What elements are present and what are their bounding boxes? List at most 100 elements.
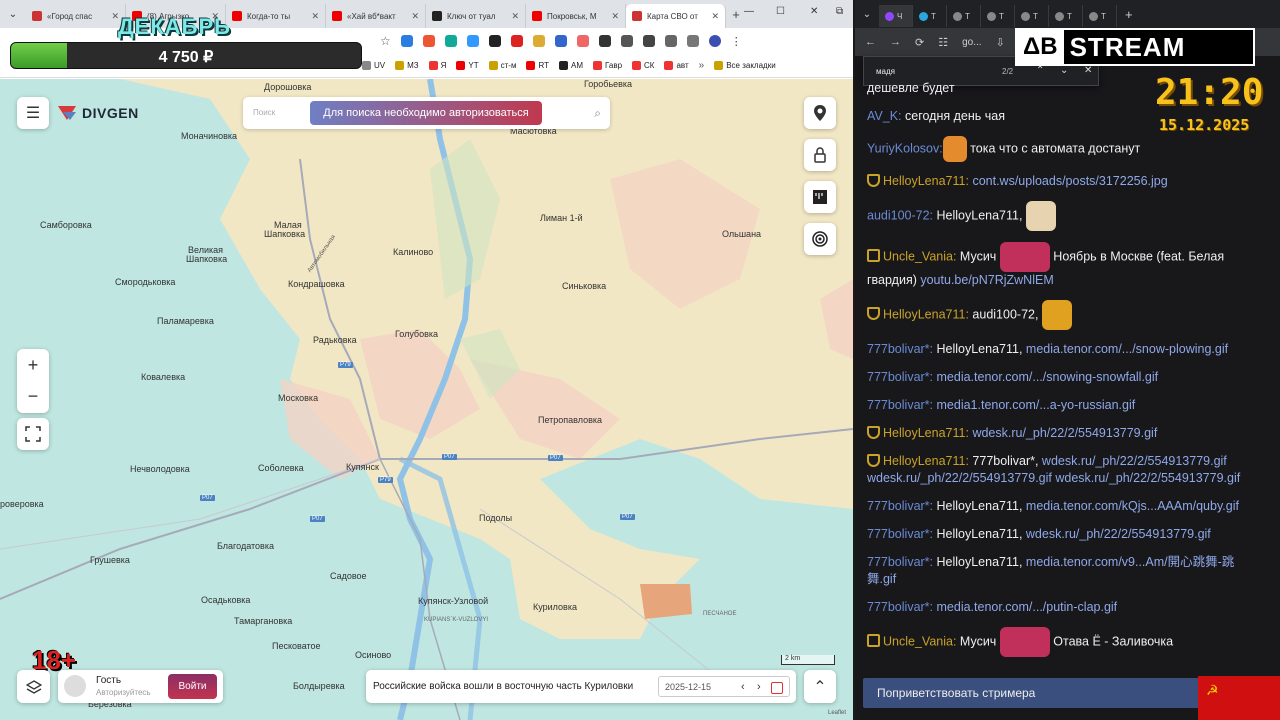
close-icon[interactable]: ✕ xyxy=(611,11,619,22)
menu-hamburger-icon[interactable]: ☰ xyxy=(17,97,49,129)
extension-icon[interactable] xyxy=(510,35,523,47)
reload-icon[interactable]: ⟳ xyxy=(915,36,924,49)
chat-username[interactable]: HelloyLena711: xyxy=(883,174,969,188)
extension-icon[interactable] xyxy=(466,35,479,47)
site-info-icon[interactable]: ☷ xyxy=(938,36,948,49)
chat-username[interactable]: AV_K: xyxy=(867,109,902,123)
download-icon[interactable] xyxy=(686,35,699,47)
extension-icon[interactable] xyxy=(422,35,435,47)
chat-username[interactable]: Uncle_Vania: xyxy=(883,249,956,263)
back-icon[interactable]: ← xyxy=(865,36,876,48)
zoom-in-icon[interactable]: + xyxy=(28,355,39,376)
extension-icon[interactable] xyxy=(532,35,545,47)
close-icon[interactable]: ✕ xyxy=(1084,65,1092,76)
tab-5[interactable]: Ключ от туал ✕ xyxy=(426,4,526,28)
tab[interactable]: Т xyxy=(1015,5,1049,27)
chat-username[interactable]: HelloyLena711: xyxy=(883,454,969,468)
bookmark-item[interactable]: СК xyxy=(632,61,654,70)
auth-required-button[interactable]: Для поиска необходимо авторизоваться xyxy=(310,101,542,125)
chat-link[interactable]: youtu.be/pN7RjZwNlEM xyxy=(920,273,1053,287)
chat-username[interactable]: 777bolivar*: xyxy=(867,370,933,384)
tab-chat[interactable]: Ч xyxy=(879,5,913,27)
url-text[interactable]: go... xyxy=(962,37,981,48)
chat-username[interactable]: HelloyLena711: xyxy=(883,307,969,321)
tab-search-icon[interactable]: ⌄ xyxy=(0,9,26,20)
extension-icon[interactable] xyxy=(576,35,589,47)
date-picker[interactable]: 2025-12-15 ‹ › xyxy=(658,676,790,697)
chat-username[interactable]: 777bolivar*: xyxy=(867,555,933,569)
tab-6[interactable]: Покровськ, М ✕ xyxy=(526,4,626,28)
chat-link[interactable]: media.tenor.com/.../snow-plowing.gif xyxy=(1026,342,1228,356)
chat-username[interactable]: Uncle_Vania: xyxy=(883,634,956,648)
extension-icon[interactable] xyxy=(554,35,567,47)
download-icon[interactable]: ⇩ xyxy=(996,36,1005,49)
ruler-icon[interactable] xyxy=(804,181,836,213)
tab-1[interactable]: «Город спас ✕ xyxy=(26,4,126,28)
restore-icon[interactable]: ⧉ xyxy=(836,6,843,17)
bookmark-item[interactable]: AM xyxy=(559,61,583,70)
war-map[interactable]: Дорошовка Горобьевка Моначиновка Масютов… xyxy=(0,79,853,720)
bookmark-item[interactable]: авт xyxy=(664,61,689,70)
chat-link[interactable]: wdesk.ru/_ph/22/2/554913779.gif xyxy=(972,426,1157,440)
extension-icon[interactable] xyxy=(488,35,501,47)
chat-username[interactable]: 777bolivar*: xyxy=(867,527,933,541)
link-icon[interactable] xyxy=(664,35,677,47)
minimize-icon[interactable]: — xyxy=(744,6,754,17)
maximize-icon[interactable]: ☐ xyxy=(776,6,785,17)
find-next-icon[interactable]: ⌄ xyxy=(1060,65,1068,76)
chat-link[interactable]: cont.ws/uploads/posts/3172256.jpg xyxy=(972,174,1167,188)
chat-username[interactable]: 777bolivar*: xyxy=(867,600,933,614)
extension-icon[interactable] xyxy=(444,35,457,47)
target-icon[interactable] xyxy=(804,223,836,255)
tab[interactable]: Т xyxy=(981,5,1015,27)
key-icon[interactable] xyxy=(642,35,655,47)
chat-link[interactable]: media1.tenor.com/...a-yo-russian.gif xyxy=(937,398,1136,412)
close-icon[interactable]: ✕ xyxy=(411,11,419,22)
close-window-icon[interactable]: ✕ xyxy=(810,6,818,17)
extension-icon[interactable] xyxy=(400,35,413,47)
chevron-right-icon[interactable]: › xyxy=(757,681,761,693)
puzzle-icon[interactable] xyxy=(620,35,633,47)
menu-dots-icon[interactable]: ⋮ xyxy=(731,35,742,48)
chat-link[interactable]: media.tenor.com/kQjs...AAAm/quby.gif xyxy=(1026,499,1239,513)
all-bookmarks[interactable]: Все закладки xyxy=(714,61,776,70)
calendar-icon[interactable] xyxy=(771,682,783,694)
star-icon[interactable]: ☆ xyxy=(380,34,391,48)
bookmark-item[interactable]: YT xyxy=(456,61,479,70)
forward-icon[interactable]: → xyxy=(890,36,901,48)
chat-username[interactable]: HelloyLena711: xyxy=(883,426,969,440)
new-tab-icon[interactable]: + xyxy=(1117,7,1133,22)
lock-icon[interactable] xyxy=(804,139,836,171)
chevron-right-icon[interactable]: » xyxy=(699,60,705,71)
search-icon[interactable]: ⌕ xyxy=(594,106,601,121)
chat-username[interactable]: audi100-72: xyxy=(867,208,933,222)
chat-username[interactable]: 777bolivar*: xyxy=(867,499,933,513)
chat-link[interactable]: media.tenor.com/.../snowing-snowfall.gif xyxy=(937,370,1159,384)
profile-avatar[interactable] xyxy=(708,35,721,47)
news-text[interactable]: Российские войска вошли в восточную част… xyxy=(373,681,633,692)
chat-link[interactable]: wdesk.ru/_ph/22/2/554913779.gif xyxy=(1026,527,1211,541)
chevron-left-icon[interactable]: ‹ xyxy=(741,681,745,693)
find-input[interactable]: мадя xyxy=(876,67,895,76)
extension-icon[interactable] xyxy=(598,35,611,47)
chat-username[interactable]: 777bolivar*: xyxy=(867,342,933,356)
close-icon[interactable]: ✕ xyxy=(711,11,719,22)
zoom-out-icon[interactable]: − xyxy=(28,386,39,407)
bookmark-item[interactable]: UV xyxy=(362,61,385,70)
bookmark-item[interactable]: ст-м xyxy=(488,61,516,70)
tab[interactable]: Т xyxy=(1083,5,1117,27)
layers-icon[interactable] xyxy=(17,670,50,703)
login-button[interactable]: Войти xyxy=(168,674,217,699)
chat-username[interactable]: 777bolivar*: xyxy=(867,398,933,412)
tab[interactable]: Т xyxy=(913,5,947,27)
close-icon[interactable]: ✕ xyxy=(511,11,519,22)
find-prev-icon[interactable]: ⌃ xyxy=(1036,65,1044,76)
new-tab-icon[interactable]: + xyxy=(726,7,746,22)
chat-username[interactable]: YuriyKolosov: xyxy=(867,141,943,155)
leaflet-attribution[interactable]: Leaflet xyxy=(828,710,846,716)
tab-3[interactable]: Когда-то ты ✕ xyxy=(226,4,326,28)
bookmark-item[interactable]: Я xyxy=(428,61,446,70)
tab-search-icon[interactable]: ⌄ xyxy=(855,9,879,20)
chevron-up-icon[interactable]: ⌃ xyxy=(804,670,836,703)
fullscreen-icon[interactable] xyxy=(17,418,49,450)
